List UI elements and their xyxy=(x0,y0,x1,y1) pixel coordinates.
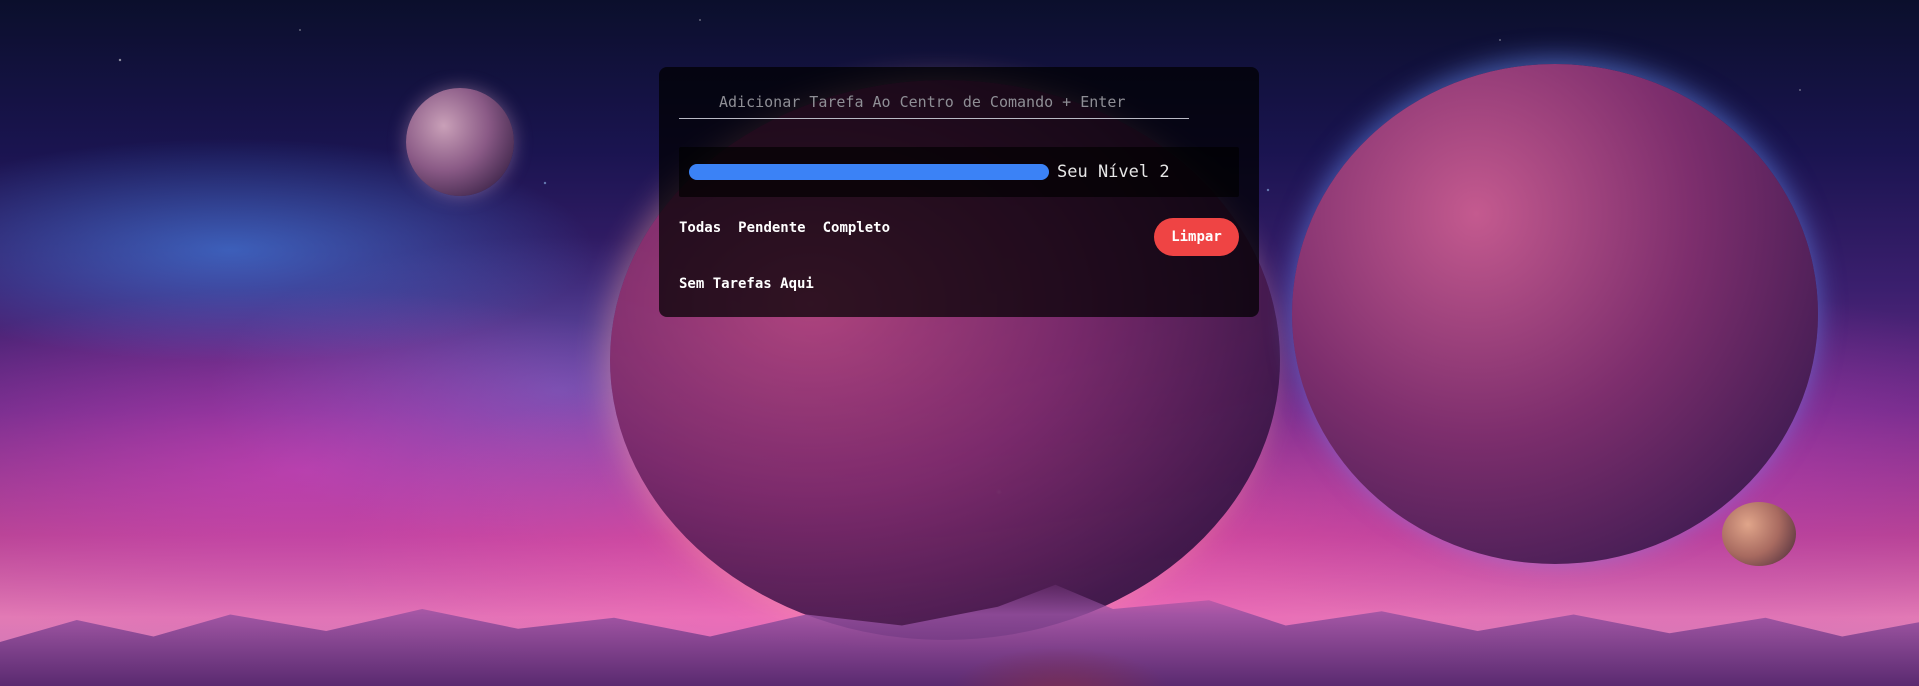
clear-button[interactable]: Limpar xyxy=(1154,218,1239,256)
planet-tiny-right xyxy=(1722,502,1796,566)
planet-right xyxy=(1292,64,1818,564)
level-label: Seu Nível 2 xyxy=(1057,162,1170,182)
filter-tabs: Todas Pendente Completo xyxy=(679,220,890,236)
task-panel: Seu Nível 2 Todas Pendente Completo Limp… xyxy=(659,67,1259,317)
task-input[interactable] xyxy=(679,85,1189,119)
level-progress-track xyxy=(689,164,1049,180)
empty-task-message: Sem Tarefas Aqui xyxy=(679,276,814,292)
filter-completed-button[interactable]: Completo xyxy=(823,220,890,236)
level-box: Seu Nível 2 xyxy=(679,147,1239,197)
planet-small-left xyxy=(406,88,514,196)
filter-all-button[interactable]: Todas xyxy=(679,220,721,236)
filter-pending-button[interactable]: Pendente xyxy=(738,220,805,236)
level-progress-bar xyxy=(689,164,1049,180)
